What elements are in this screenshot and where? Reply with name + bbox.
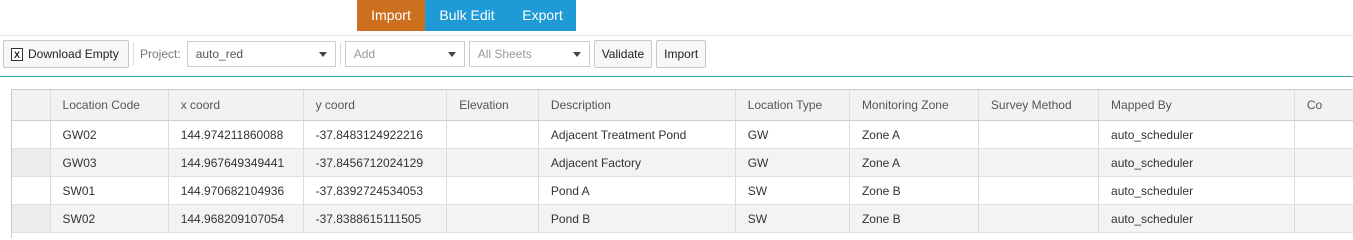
table-cell[interactable] (1295, 177, 1353, 204)
table-cell[interactable] (979, 121, 1100, 148)
table-cell[interactable]: SW01 (51, 177, 169, 204)
table-cell[interactable]: 144.970682104936 (169, 177, 304, 204)
table-row[interactable]: SW01 144.970682104936 -37.8392724534053 … (12, 177, 1353, 205)
excel-file-icon: X (11, 47, 23, 61)
column-header[interactable]: y coord (304, 90, 448, 120)
table-cell[interactable]: GW03 (51, 149, 169, 176)
table-cell[interactable] (979, 149, 1100, 176)
table-cell[interactable]: SW (736, 177, 850, 204)
table-cell[interactable] (1295, 205, 1353, 232)
table-cell[interactable]: auto_scheduler (1099, 177, 1295, 204)
project-select-value: auto_red (195, 47, 244, 61)
table-cell[interactable]: Pond B (539, 205, 736, 232)
table-cell[interactable]: auto_scheduler (1099, 121, 1295, 148)
table-cell[interactable] (979, 177, 1100, 204)
row-selector[interactable] (12, 177, 51, 204)
mode-tabs: Import Bulk Edit Export (357, 0, 576, 31)
column-header[interactable]: Co (1295, 90, 1353, 120)
table-cell[interactable]: auto_scheduler (1099, 205, 1295, 232)
table-cell[interactable]: SW (736, 205, 850, 232)
table-cell[interactable]: 144.968209107054 (169, 205, 304, 232)
column-header[interactable]: Monitoring Zone (850, 90, 979, 120)
toolbar-separator (133, 43, 134, 65)
chevron-down-icon (318, 51, 327, 57)
table-cell[interactable] (1295, 149, 1353, 176)
column-header[interactable]: Description (539, 90, 736, 120)
table-cell[interactable]: SW02 (51, 205, 169, 232)
validate-button[interactable]: Validate (593, 40, 653, 68)
table-cell[interactable]: Zone B (850, 177, 979, 204)
sheets-select-value: All Sheets (477, 47, 532, 61)
table-header-row: Location Code x coord y coord Elevation … (12, 90, 1353, 121)
table-cell[interactable]: GW (736, 121, 850, 148)
row-selector[interactable] (12, 149, 51, 176)
table-cell[interactable]: GW02 (51, 121, 169, 148)
import-toolbar: X Download Empty Project: auto_red Add A… (3, 40, 707, 68)
table-cell[interactable] (447, 177, 539, 204)
table-cell[interactable]: Zone A (850, 121, 979, 148)
table-row[interactable]: SW02 144.968209107054 -37.8388615111505 … (12, 205, 1353, 233)
table-cell[interactable]: -37.8456712024129 (304, 149, 448, 176)
import-button[interactable]: Import (656, 40, 707, 68)
tab-export[interactable]: Export (509, 0, 576, 31)
chevron-down-icon (572, 51, 581, 57)
project-select[interactable]: auto_red (186, 41, 336, 67)
table-cell[interactable] (1295, 121, 1353, 148)
table-cell[interactable]: Zone A (850, 149, 979, 176)
column-header[interactable]: Location Type (736, 90, 850, 120)
sheets-select[interactable]: All Sheets (468, 41, 590, 67)
row-selector[interactable] (12, 121, 51, 148)
table-cell[interactable]: -37.8392724534053 (304, 177, 448, 204)
table-cell[interactable]: Adjacent Treatment Pond (539, 121, 736, 148)
chevron-down-icon (447, 51, 456, 57)
table-cell[interactable]: -37.8388615111505 (304, 205, 448, 232)
table-cell[interactable]: -37.8483124922216 (304, 121, 448, 148)
table-cell[interactable]: Pond A (539, 177, 736, 204)
table-cell[interactable]: Adjacent Factory (539, 149, 736, 176)
accent-divider (0, 76, 1353, 77)
add-select-value: Add (353, 47, 376, 61)
table-row[interactable]: GW03 144.967649349441 -37.8456712024129 … (12, 149, 1353, 177)
project-label: Project: (140, 47, 181, 61)
table-cell[interactable]: 144.974211860088 (169, 121, 304, 148)
download-empty-button[interactable]: X Download Empty (3, 40, 129, 68)
column-header[interactable]: Mapped By (1099, 90, 1295, 120)
toolbar-separator (339, 43, 341, 65)
table-cell[interactable]: 144.967649349441 (169, 149, 304, 176)
table-cell[interactable]: GW (736, 149, 850, 176)
table-cell[interactable] (447, 121, 539, 148)
add-select[interactable]: Add (344, 41, 465, 67)
tabs-divider (0, 35, 1353, 36)
table-cell[interactable] (979, 205, 1100, 232)
data-grid: Location Code x coord y coord Elevation … (11, 89, 1353, 238)
table-cell[interactable] (447, 149, 539, 176)
row-selector[interactable] (12, 205, 51, 232)
column-header[interactable]: Location Code (51, 90, 169, 120)
column-header[interactable]: Elevation (447, 90, 539, 120)
table-cell[interactable]: auto_scheduler (1099, 149, 1295, 176)
tab-bulk-edit[interactable]: Bulk Edit (425, 0, 509, 31)
download-empty-label: Download Empty (28, 47, 119, 61)
table-cell[interactable] (447, 205, 539, 232)
row-selector-header[interactable] (12, 90, 51, 120)
column-header[interactable]: Survey Method (979, 90, 1100, 120)
column-header[interactable]: x coord (169, 90, 304, 120)
table-row[interactable]: GW02 144.974211860088 -37.8483124922216 … (12, 121, 1353, 149)
tab-import[interactable]: Import (357, 0, 425, 31)
table-cell[interactable]: Zone B (850, 205, 979, 232)
